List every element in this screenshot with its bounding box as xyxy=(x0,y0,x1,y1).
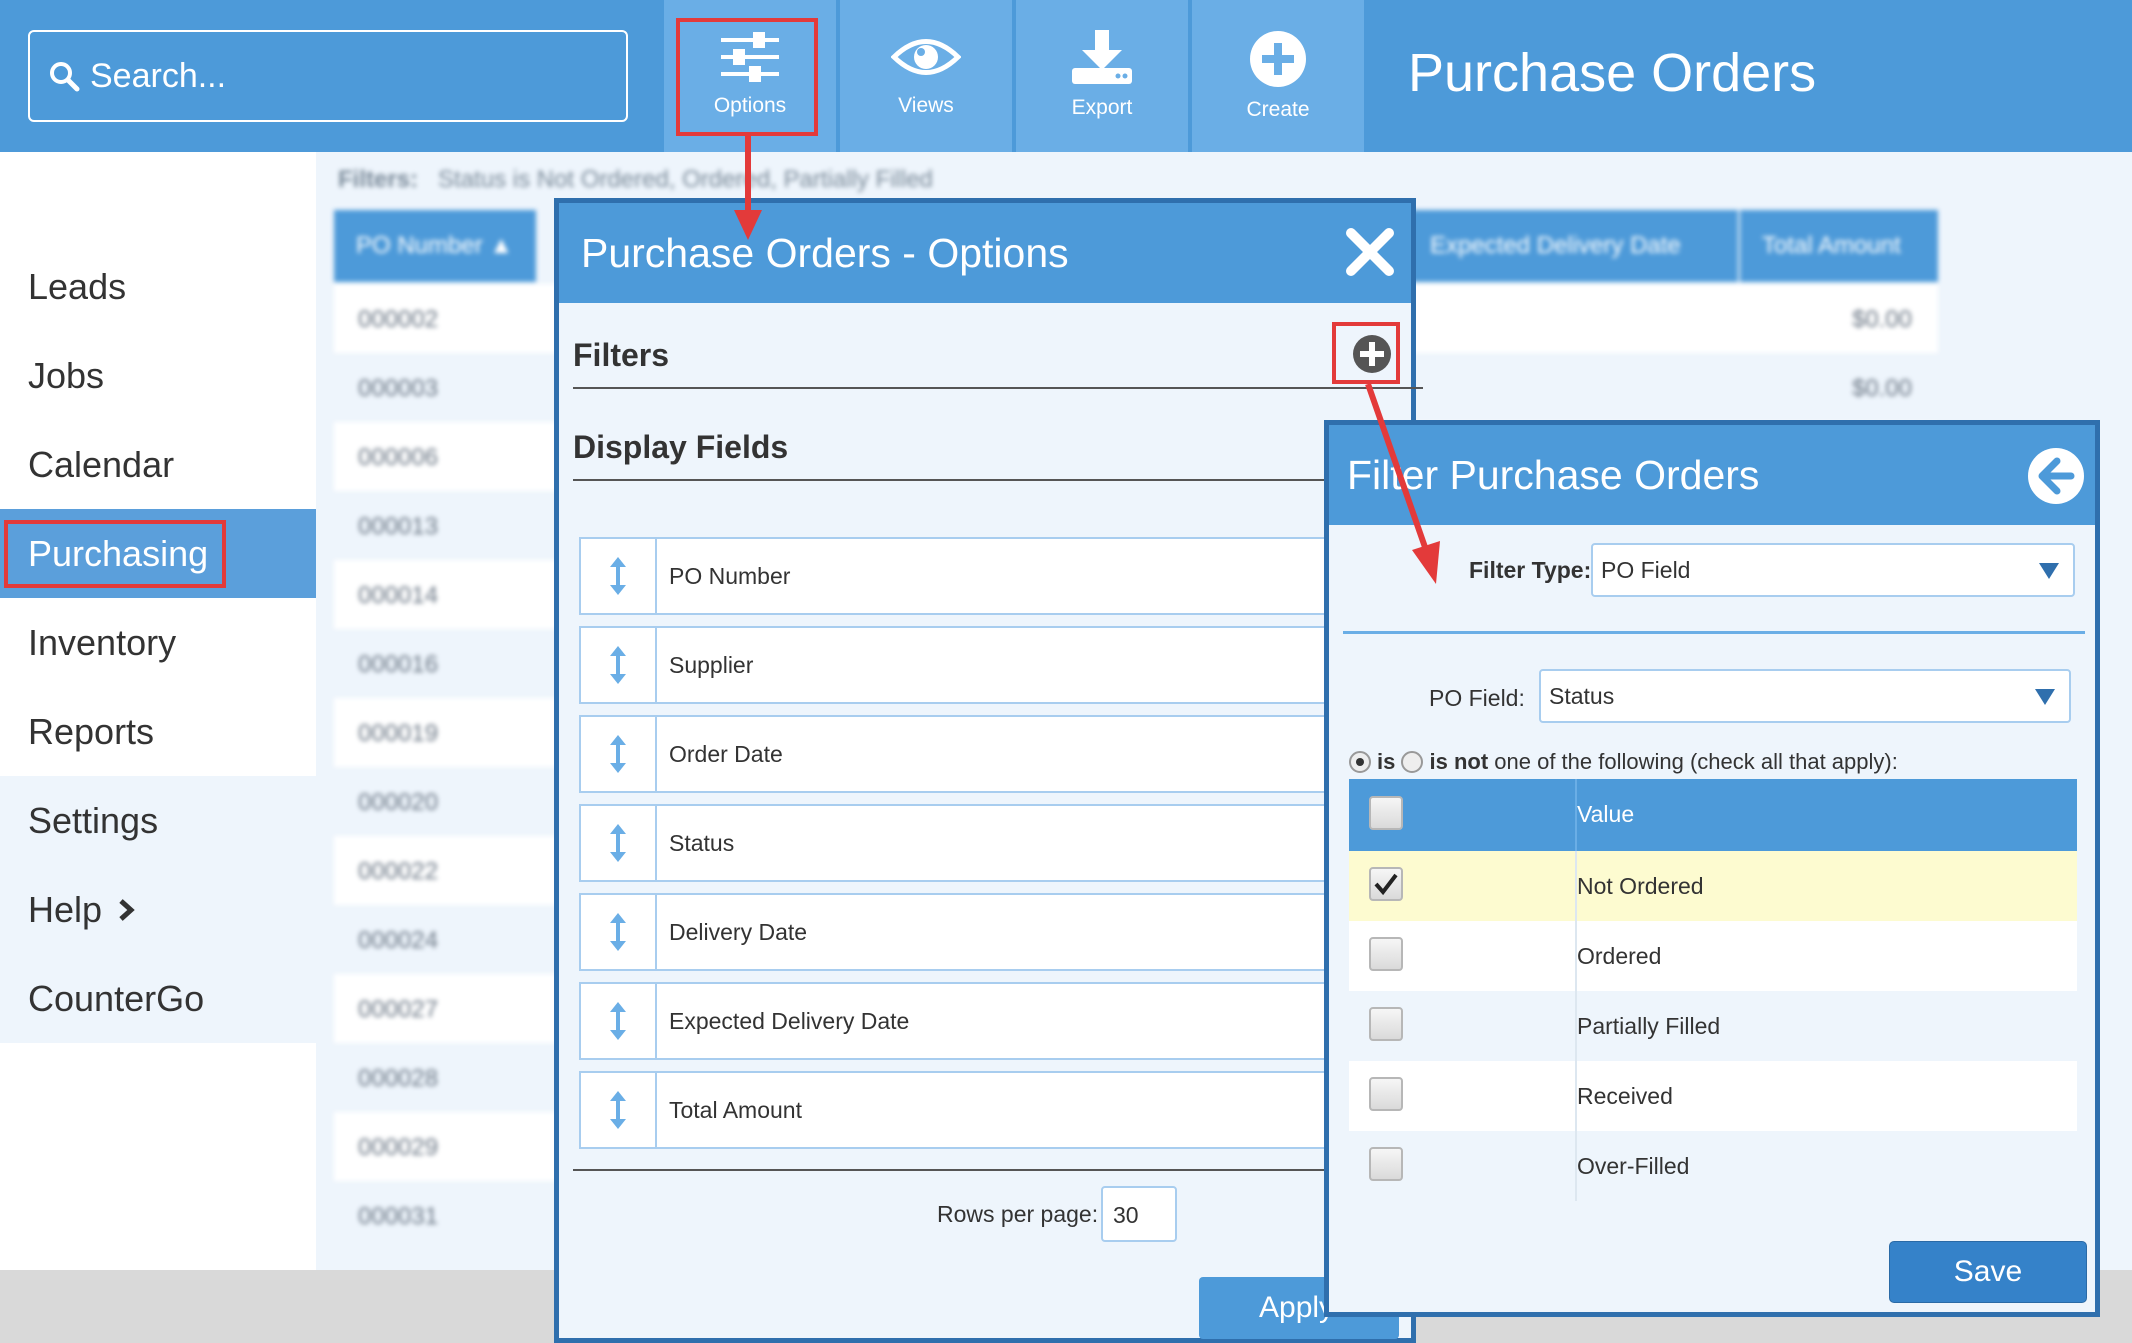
sidebar-item-calendar[interactable]: Calendar xyxy=(0,420,316,509)
section-divider xyxy=(573,387,1423,389)
eye-icon xyxy=(891,39,961,75)
filters-section-title: Filters xyxy=(573,337,670,373)
export-label: Export xyxy=(1071,96,1133,119)
sidebar-item-settings[interactable]: Settings xyxy=(0,776,316,865)
filter-dialog-title: Filter Purchase Orders xyxy=(1347,451,1760,498)
back-arrow-icon[interactable] xyxy=(2027,447,2085,505)
sidebar-item-reports[interactable]: Reports xyxy=(0,687,316,776)
display-field-row[interactable]: PO Number xyxy=(579,537,1409,615)
section-divider xyxy=(573,479,1423,481)
search-icon xyxy=(50,62,80,92)
radio-is-not[interactable] xyxy=(1401,751,1424,773)
views-label: Views xyxy=(898,94,954,117)
create-label: Create xyxy=(1246,98,1310,121)
drag-handle-icon[interactable] xyxy=(581,539,657,613)
radio-is[interactable] xyxy=(1349,751,1371,773)
section-divider xyxy=(1343,631,2085,634)
filter-value-row[interactable]: Not Ordered xyxy=(1349,851,2077,921)
rows-per-page-label: Rows per page: xyxy=(937,1201,1099,1227)
filter-dialog: Filter Purchase Orders Filter Type: PO F… xyxy=(1324,420,2100,1317)
sidebar-item-help[interactable]: Help xyxy=(0,865,316,954)
views-button[interactable]: Views xyxy=(840,0,1012,152)
column-header-po-number[interactable]: PO Number ▲ xyxy=(334,210,536,282)
drag-handle-icon[interactable] xyxy=(581,984,657,1058)
drag-handle-icon[interactable] xyxy=(581,1073,657,1147)
callout-options-highlight xyxy=(676,18,818,136)
value-checkbox[interactable] xyxy=(1369,867,1403,901)
search-input[interactable]: Search... xyxy=(28,30,628,122)
dropdown-arrow-icon xyxy=(2039,563,2059,579)
display-field-row[interactable]: Delivery Date xyxy=(579,893,1409,971)
drag-handle-icon[interactable] xyxy=(581,717,657,791)
filter-dialog-header: Filter Purchase Orders xyxy=(1329,425,2095,525)
close-icon[interactable] xyxy=(1343,225,1397,279)
values-table-header: Value xyxy=(1349,779,2077,851)
filter-type-label: Filter Type: xyxy=(1469,557,1592,583)
column-header-expected-delivery[interactable]: Expected Delivery Date xyxy=(1408,210,1738,282)
value-checkbox[interactable] xyxy=(1369,1077,1403,1111)
sidebar-item-inventory[interactable]: Inventory xyxy=(0,598,316,687)
options-dialog: Purchase Orders - Options Filters Displa… xyxy=(554,198,1423,1343)
rows-per-page-input[interactable]: 30 xyxy=(1101,1186,1177,1242)
callout-add-filter-highlight xyxy=(1332,322,1400,384)
sidebar-item-countergo[interactable]: CounterGo xyxy=(0,954,316,1043)
drag-handle-icon[interactable] xyxy=(581,628,657,702)
display-field-row[interactable]: Total Amount xyxy=(579,1071,1409,1149)
plus-circle-icon xyxy=(1250,31,1306,87)
chevron-right-icon xyxy=(119,898,135,921)
create-button[interactable]: Create xyxy=(1192,0,1364,152)
display-field-row[interactable]: Order Date xyxy=(579,715,1409,793)
po-field-select[interactable]: Status xyxy=(1539,669,2071,723)
section-divider xyxy=(573,1169,1423,1171)
search-placeholder: Search... xyxy=(90,56,227,95)
options-dialog-title: Purchase Orders - Options xyxy=(581,229,1069,276)
display-field-row[interactable]: Expected Delivery Date xyxy=(579,982,1409,1060)
options-dialog-header: Purchase Orders - Options xyxy=(559,203,1411,303)
select-all-checkbox[interactable] xyxy=(1369,796,1403,830)
active-filters-summary: Filters: Status is Not Ordered, Ordered,… xyxy=(338,166,933,193)
download-icon xyxy=(1072,30,1132,84)
callout-purchasing-highlight xyxy=(4,520,226,588)
match-mode-radios: is is not one of the following (check al… xyxy=(1349,749,1898,775)
value-checkbox[interactable] xyxy=(1369,1147,1403,1181)
display-fields-section-title: Display Fields xyxy=(573,429,789,465)
drag-handle-icon[interactable] xyxy=(581,895,657,969)
filter-type-select[interactable]: PO Field xyxy=(1591,543,2075,597)
column-header-total-amount[interactable]: Total Amount xyxy=(1740,210,1938,282)
sidebar-item-leads[interactable]: Leads xyxy=(0,242,316,331)
sidebar: Leads Jobs Calendar Purchasing Inventory… xyxy=(0,152,316,1043)
display-field-row[interactable]: Status xyxy=(579,804,1409,882)
filter-value-row[interactable]: Ordered xyxy=(1349,921,2077,991)
filter-value-row[interactable]: Partially Filled xyxy=(1349,991,2077,1061)
filter-value-row[interactable]: Over-Filled xyxy=(1349,1131,2077,1201)
filter-value-row[interactable]: Received xyxy=(1349,1061,2077,1131)
value-checkbox[interactable] xyxy=(1369,1007,1403,1041)
save-button[interactable]: Save xyxy=(1889,1241,2087,1303)
dropdown-arrow-icon xyxy=(2035,689,2055,705)
sidebar-item-jobs[interactable]: Jobs xyxy=(0,331,316,420)
checkmark-icon xyxy=(1374,873,1398,896)
export-button[interactable]: Export xyxy=(1016,0,1188,152)
page-title: Purchase Orders xyxy=(1408,43,1817,103)
drag-handle-icon[interactable] xyxy=(581,806,657,880)
display-field-row[interactable]: Supplier xyxy=(579,626,1409,704)
value-checkbox[interactable] xyxy=(1369,937,1403,971)
top-toolbar: Search... Options Views Export Create Pu… xyxy=(0,0,2132,152)
po-field-label: PO Field: xyxy=(1429,685,1525,711)
